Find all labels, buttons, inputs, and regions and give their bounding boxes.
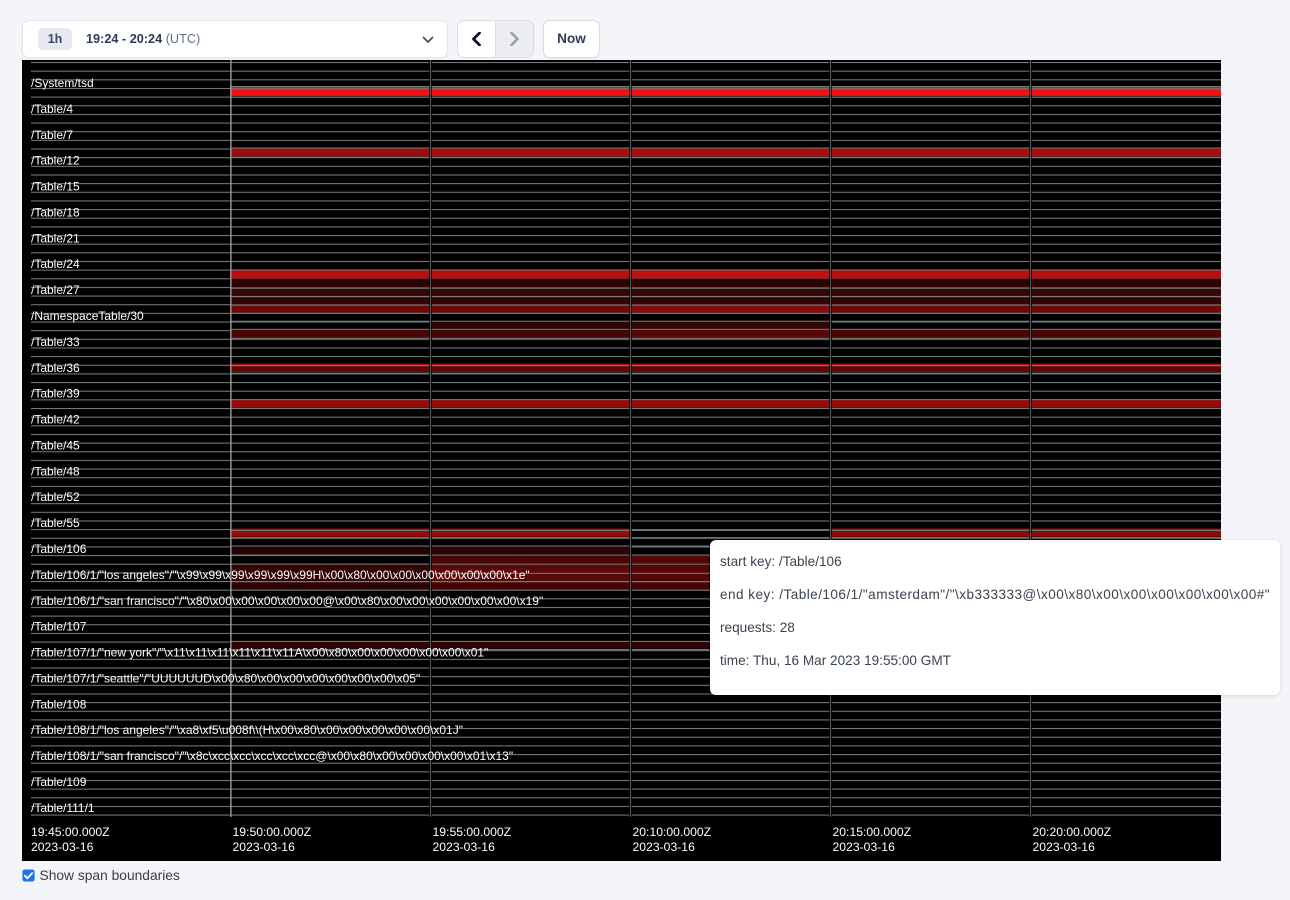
svg-text:/Table/36: /Table/36	[31, 361, 80, 375]
svg-text:20:10:00.000Z: 20:10:00.000Z	[633, 825, 712, 839]
svg-text:/Table/15: /Table/15	[31, 179, 80, 193]
svg-text:19:55:00.000Z: 19:55:00.000Z	[433, 825, 512, 839]
svg-text:/Table/39: /Table/39	[31, 387, 80, 401]
svg-text:/Table/33: /Table/33	[31, 335, 80, 349]
svg-text:/Table/109: /Table/109	[31, 775, 87, 789]
svg-text:/Table/7: /Table/7	[31, 128, 73, 142]
svg-text:2023-03-16: 2023-03-16	[833, 840, 896, 854]
svg-text:2023-03-16: 2023-03-16	[233, 840, 296, 854]
svg-text:/Table/42: /Table/42	[31, 412, 80, 426]
svg-text:/Table/45: /Table/45	[31, 438, 80, 452]
svg-text:2023-03-16: 2023-03-16	[633, 840, 696, 854]
svg-text:/Table/106: /Table/106	[31, 542, 87, 556]
svg-text:/Table/108/1/"los angeles"/"\x: /Table/108/1/"los angeles"/"\xa8\xf5\u00…	[31, 723, 463, 737]
svg-text:/Table/108/1/"san francisco"/": /Table/108/1/"san francisco"/"\x8c\xcc\x…	[31, 749, 513, 763]
svg-text:/Table/52: /Table/52	[31, 490, 80, 504]
svg-text:2023-03-16: 2023-03-16	[433, 840, 496, 854]
svg-text:/Table/4: /Table/4	[31, 102, 73, 116]
svg-text:/Table/107/1/"new york"/"\x11\: /Table/107/1/"new york"/"\x11\x11\x11\x1…	[31, 645, 488, 659]
svg-text:2023-03-16: 2023-03-16	[1033, 840, 1096, 854]
svg-text:19:45:00.000Z: 19:45:00.000Z	[31, 825, 110, 839]
svg-text:/Table/27: /Table/27	[31, 283, 80, 297]
svg-text:/NamespaceTable/30: /NamespaceTable/30	[31, 309, 144, 323]
svg-text:/Table/107/1/"seattle"/"UUUUUU: /Table/107/1/"seattle"/"UUUUUUD\x00\x80\…	[31, 671, 420, 685]
svg-text:/Table/55: /Table/55	[31, 516, 80, 530]
svg-text:/Table/108: /Table/108	[31, 697, 87, 711]
svg-text:/Table/24: /Table/24	[31, 257, 80, 271]
svg-text:/Table/18: /Table/18	[31, 205, 80, 219]
svg-text:/Table/106/1/"san francisco"/": /Table/106/1/"san francisco"/"\x80\x00\x…	[31, 594, 543, 608]
svg-text:20:15:00.000Z: 20:15:00.000Z	[833, 825, 912, 839]
svg-text:/Table/48: /Table/48	[31, 464, 80, 478]
svg-text:/Table/21: /Table/21	[31, 231, 80, 245]
svg-text:19:50:00.000Z: 19:50:00.000Z	[233, 825, 312, 839]
svg-text:2023-03-16: 2023-03-16	[31, 840, 94, 854]
svg-text:20:20:00.000Z: 20:20:00.000Z	[1033, 825, 1112, 839]
svg-text:/System/tsd: /System/tsd	[31, 76, 94, 90]
svg-text:/Table/106/1/"los angeles"/"\x: /Table/106/1/"los angeles"/"\x99\x99\x99…	[31, 568, 530, 582]
svg-text:/Table/12: /Table/12	[31, 154, 80, 168]
svg-text:/Table/107: /Table/107	[31, 620, 87, 634]
svg-text:/Table/111/1: /Table/111/1	[31, 801, 95, 815]
